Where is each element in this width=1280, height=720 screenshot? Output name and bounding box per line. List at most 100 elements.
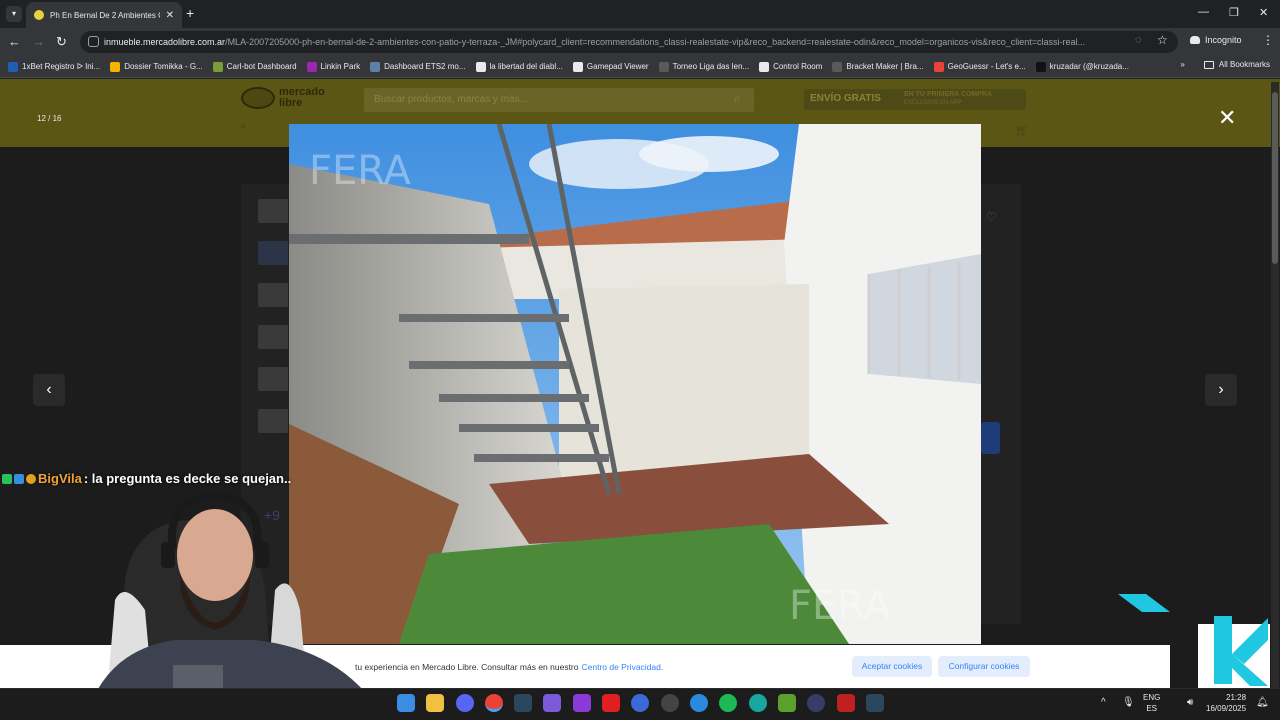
bookmark-item[interactable]: Linkin Park — [306, 61, 360, 72]
thumbnail[interactable] — [258, 367, 288, 391]
steam-icon[interactable] — [514, 694, 532, 712]
bookmark-label: Control Room — [773, 62, 823, 71]
bookmark-star-icon[interactable]: ☆ — [1157, 33, 1168, 47]
thumbnail[interactable] — [258, 241, 288, 265]
bookmark-favicon-icon — [658, 61, 669, 72]
bookmark-item[interactable]: Bracket Maker | Bra... — [832, 61, 924, 72]
taskbar-clock[interactable]: 21:28 16/09/2025 — [1206, 692, 1246, 714]
app-green-icon[interactable] — [778, 694, 796, 712]
obsidian-icon[interactable] — [573, 694, 591, 712]
tray-chevron-up-icon[interactable]: ^ — [1101, 697, 1106, 708]
envio-gratis-banner[interactable]: ENVÍO GRATIS EN TU PRIMERA COMPRA EXCLUS… — [804, 89, 1026, 110]
bookmark-item[interactable]: kruzadar (@kruzada... — [1035, 61, 1129, 72]
badge-sub-icon — [26, 473, 36, 484]
obs-icon[interactable] — [661, 694, 679, 712]
qbittorrent-icon[interactable] — [631, 694, 649, 712]
eye-off-icon[interactable]: ◌ — [1135, 34, 1142, 46]
windows-start-icon[interactable] — [397, 694, 415, 712]
bookmark-item[interactable]: GeoGuessr - Let's e... — [933, 61, 1026, 72]
active-tab[interactable]: Ph En Bernal De 2 Ambientes C ✕ — [26, 2, 182, 28]
notifications-icon[interactable]: 🔔︎ — [1256, 697, 1269, 708]
bookmark-favicon-icon — [759, 61, 770, 72]
recorder-icon[interactable] — [602, 694, 620, 712]
search-icon[interactable]: ⌕ — [734, 91, 741, 106]
privacy-center-link[interactable]: Centro de Privacidad. — [581, 662, 663, 672]
thumbnail[interactable] — [258, 409, 288, 433]
tab-favicon-icon — [34, 10, 44, 20]
ml-logo-line2: libre — [279, 97, 303, 109]
bookmark-item[interactable]: Carl-bot Dashboard — [212, 61, 297, 72]
configure-cookies-button[interactable]: Configurar cookies — [938, 656, 1030, 677]
gamepad-icon[interactable] — [543, 694, 561, 712]
clock-time: 21:28 — [1226, 693, 1247, 702]
app-circle-icon[interactable] — [807, 694, 825, 712]
forward-icon[interactable]: → — [32, 34, 45, 49]
ml-search-input[interactable]: Buscar productos, marcas y más... — [364, 88, 754, 112]
app-red-icon[interactable] — [837, 694, 855, 712]
incognito-icon — [1190, 36, 1200, 44]
next-photo-button[interactable]: › — [1205, 374, 1237, 406]
ml-logo[interactable]: mercado libre — [241, 87, 325, 109]
bookmark-favicon-icon — [832, 61, 843, 72]
all-bookmarks-label: All Bookmarks — [1218, 60, 1270, 69]
bookmark-item[interactable]: Control Room — [759, 61, 823, 72]
watermark-top: FERA — [309, 148, 411, 194]
accept-cookies-button[interactable]: Aceptar cookies — [852, 656, 932, 677]
bookmark-favicon-icon — [933, 61, 944, 72]
steam-icon[interactable] — [866, 694, 884, 712]
bookmark-label: Gamepad Viewer — [586, 62, 649, 71]
bookmark-item[interactable]: Gamepad Viewer — [572, 61, 649, 72]
lang-line1: ENG — [1143, 693, 1161, 702]
bookmark-item[interactable]: Torneo Liga das len... — [658, 61, 750, 72]
close-tab-icon[interactable]: ✕ — [166, 10, 174, 21]
new-tab-button[interactable]: + — [186, 5, 194, 21]
bookmark-label: la libertad del diabl... — [489, 62, 563, 71]
back-icon[interactable]: ← — [8, 34, 21, 49]
previous-photo-button[interactable]: ‹ — [33, 374, 65, 406]
thumbnail[interactable] — [258, 199, 288, 223]
minimize-icon[interactable]: — — [1198, 6, 1209, 18]
microphone-icon[interactable]: 🎙︎ — [1122, 697, 1135, 708]
droplet-icon[interactable] — [690, 694, 708, 712]
bookmark-item[interactable]: la libertad del diabl... — [475, 61, 563, 72]
buy-button-dimmed[interactable] — [981, 422, 1000, 454]
cart-icon[interactable]: 🛒︎ — [1015, 124, 1029, 137]
url-path: /MLA-2007205000-ph-en-bernal-de-2-ambien… — [225, 37, 1086, 47]
bookmark-item[interactable]: Dashboard ETS2 mo... — [370, 61, 466, 72]
thumbnail[interactable] — [258, 325, 288, 349]
tab-search-button[interactable]: ▾ — [6, 6, 22, 22]
location-pin-icon[interactable]: ⌖ — [240, 119, 247, 134]
bookmark-label: GeoGuessr - Let's e... — [947, 62, 1026, 71]
side-panel-dimmed — [981, 184, 1021, 624]
restore-icon[interactable]: ❐ — [1229, 6, 1239, 19]
bookmark-item[interactable]: 1xBet Registro ᐅ Ini... — [8, 61, 100, 72]
bookmark-label: Torneo Liga das len... — [672, 62, 750, 71]
bookmark-label: Carl-bot Dashboard — [226, 62, 297, 71]
app-teal-icon[interactable] — [749, 694, 767, 712]
reload-icon[interactable]: ↻ — [56, 34, 67, 50]
bookmark-label: Dossier Tomikka - G... — [124, 62, 203, 71]
tab-title: Ph En Bernal De 2 Ambientes C — [50, 10, 160, 20]
heart-icon[interactable]: ♡ — [986, 210, 997, 224]
thumbnail[interactable] — [258, 283, 288, 307]
menu-kebab-icon[interactable]: ⋮ — [1262, 33, 1274, 47]
scrollbar-thumb[interactable] — [1272, 92, 1278, 264]
spotify-icon[interactable] — [719, 694, 737, 712]
clock-date: 16/09/2025 — [1206, 704, 1247, 713]
language-indicator[interactable]: ENG ES — [1143, 692, 1160, 714]
handshake-icon — [241, 87, 275, 109]
incognito-indicator[interactable]: Incognito — [1190, 35, 1242, 45]
chrome-icon[interactable] — [485, 694, 503, 712]
close-gallery-icon[interactable]: ✕ — [1218, 107, 1236, 129]
address-bar[interactable]: inmueble.mercadolibre.com.ar/MLA-2007205… — [80, 31, 1178, 53]
bookmark-item[interactable]: Dossier Tomikka - G... — [110, 61, 203, 72]
bookmark-favicon-icon — [306, 61, 317, 72]
discord-icon[interactable] — [456, 694, 474, 712]
volume-icon[interactable]: 🔊︎ — [1187, 697, 1193, 708]
streamer-k-logo — [1118, 594, 1270, 690]
file-explorer-icon[interactable] — [426, 694, 444, 712]
all-bookmarks-button[interactable]: » All Bookmarks — [1180, 60, 1270, 69]
close-window-icon[interactable]: ✕ — [1259, 6, 1268, 19]
envio-label: ENVÍO GRATIS — [810, 93, 881, 104]
site-info-icon[interactable] — [88, 36, 99, 47]
